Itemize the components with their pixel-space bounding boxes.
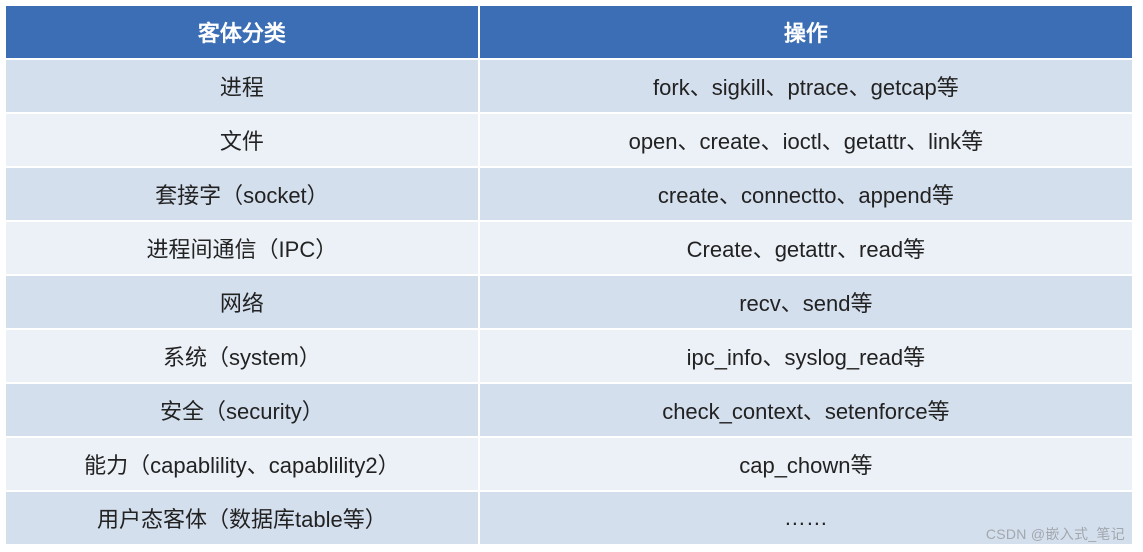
cell-operations: create、connectto、append等 bbox=[479, 167, 1133, 221]
cell-operations: check_context、setenforce等 bbox=[479, 383, 1133, 437]
object-classification-table: 客体分类 操作 进程 fork、sigkill、ptrace、getcap等 文… bbox=[4, 4, 1134, 546]
header-category: 客体分类 bbox=[5, 5, 479, 59]
cell-operations: open、create、ioctl、getattr、link等 bbox=[479, 113, 1133, 167]
table-row: 安全（security） check_context、setenforce等 bbox=[5, 383, 1133, 437]
cell-category: 能力（capablility、capablility2） bbox=[5, 437, 479, 491]
cell-operations: ipc_info、syslog_read等 bbox=[479, 329, 1133, 383]
cell-category: 网络 bbox=[5, 275, 479, 329]
cell-category: 进程 bbox=[5, 59, 479, 113]
cell-operations: recv、send等 bbox=[479, 275, 1133, 329]
table-header-row: 客体分类 操作 bbox=[5, 5, 1133, 59]
cell-operations: Create、getattr、read等 bbox=[479, 221, 1133, 275]
watermark-text: CSDN @嵌入式_笔记 bbox=[986, 524, 1125, 544]
table-row: 进程间通信（IPC） Create、getattr、read等 bbox=[5, 221, 1133, 275]
cell-operations: cap_chown等 bbox=[479, 437, 1133, 491]
table-row: 套接字（socket） create、connectto、append等 bbox=[5, 167, 1133, 221]
table-row: 网络 recv、send等 bbox=[5, 275, 1133, 329]
cell-category: 文件 bbox=[5, 113, 479, 167]
cell-category: 用户态客体（数据库table等） bbox=[5, 491, 479, 545]
cell-category: 安全（security） bbox=[5, 383, 479, 437]
table-row: 用户态客体（数据库table等） …… bbox=[5, 491, 1133, 545]
header-operations: 操作 bbox=[479, 5, 1133, 59]
cell-operations: fork、sigkill、ptrace、getcap等 bbox=[479, 59, 1133, 113]
table-row: 进程 fork、sigkill、ptrace、getcap等 bbox=[5, 59, 1133, 113]
table-row: 系统（system） ipc_info、syslog_read等 bbox=[5, 329, 1133, 383]
cell-category: 套接字（socket） bbox=[5, 167, 479, 221]
cell-category: 系统（system） bbox=[5, 329, 479, 383]
table-row: 文件 open、create、ioctl、getattr、link等 bbox=[5, 113, 1133, 167]
cell-category: 进程间通信（IPC） bbox=[5, 221, 479, 275]
table-row: 能力（capablility、capablility2） cap_chown等 bbox=[5, 437, 1133, 491]
